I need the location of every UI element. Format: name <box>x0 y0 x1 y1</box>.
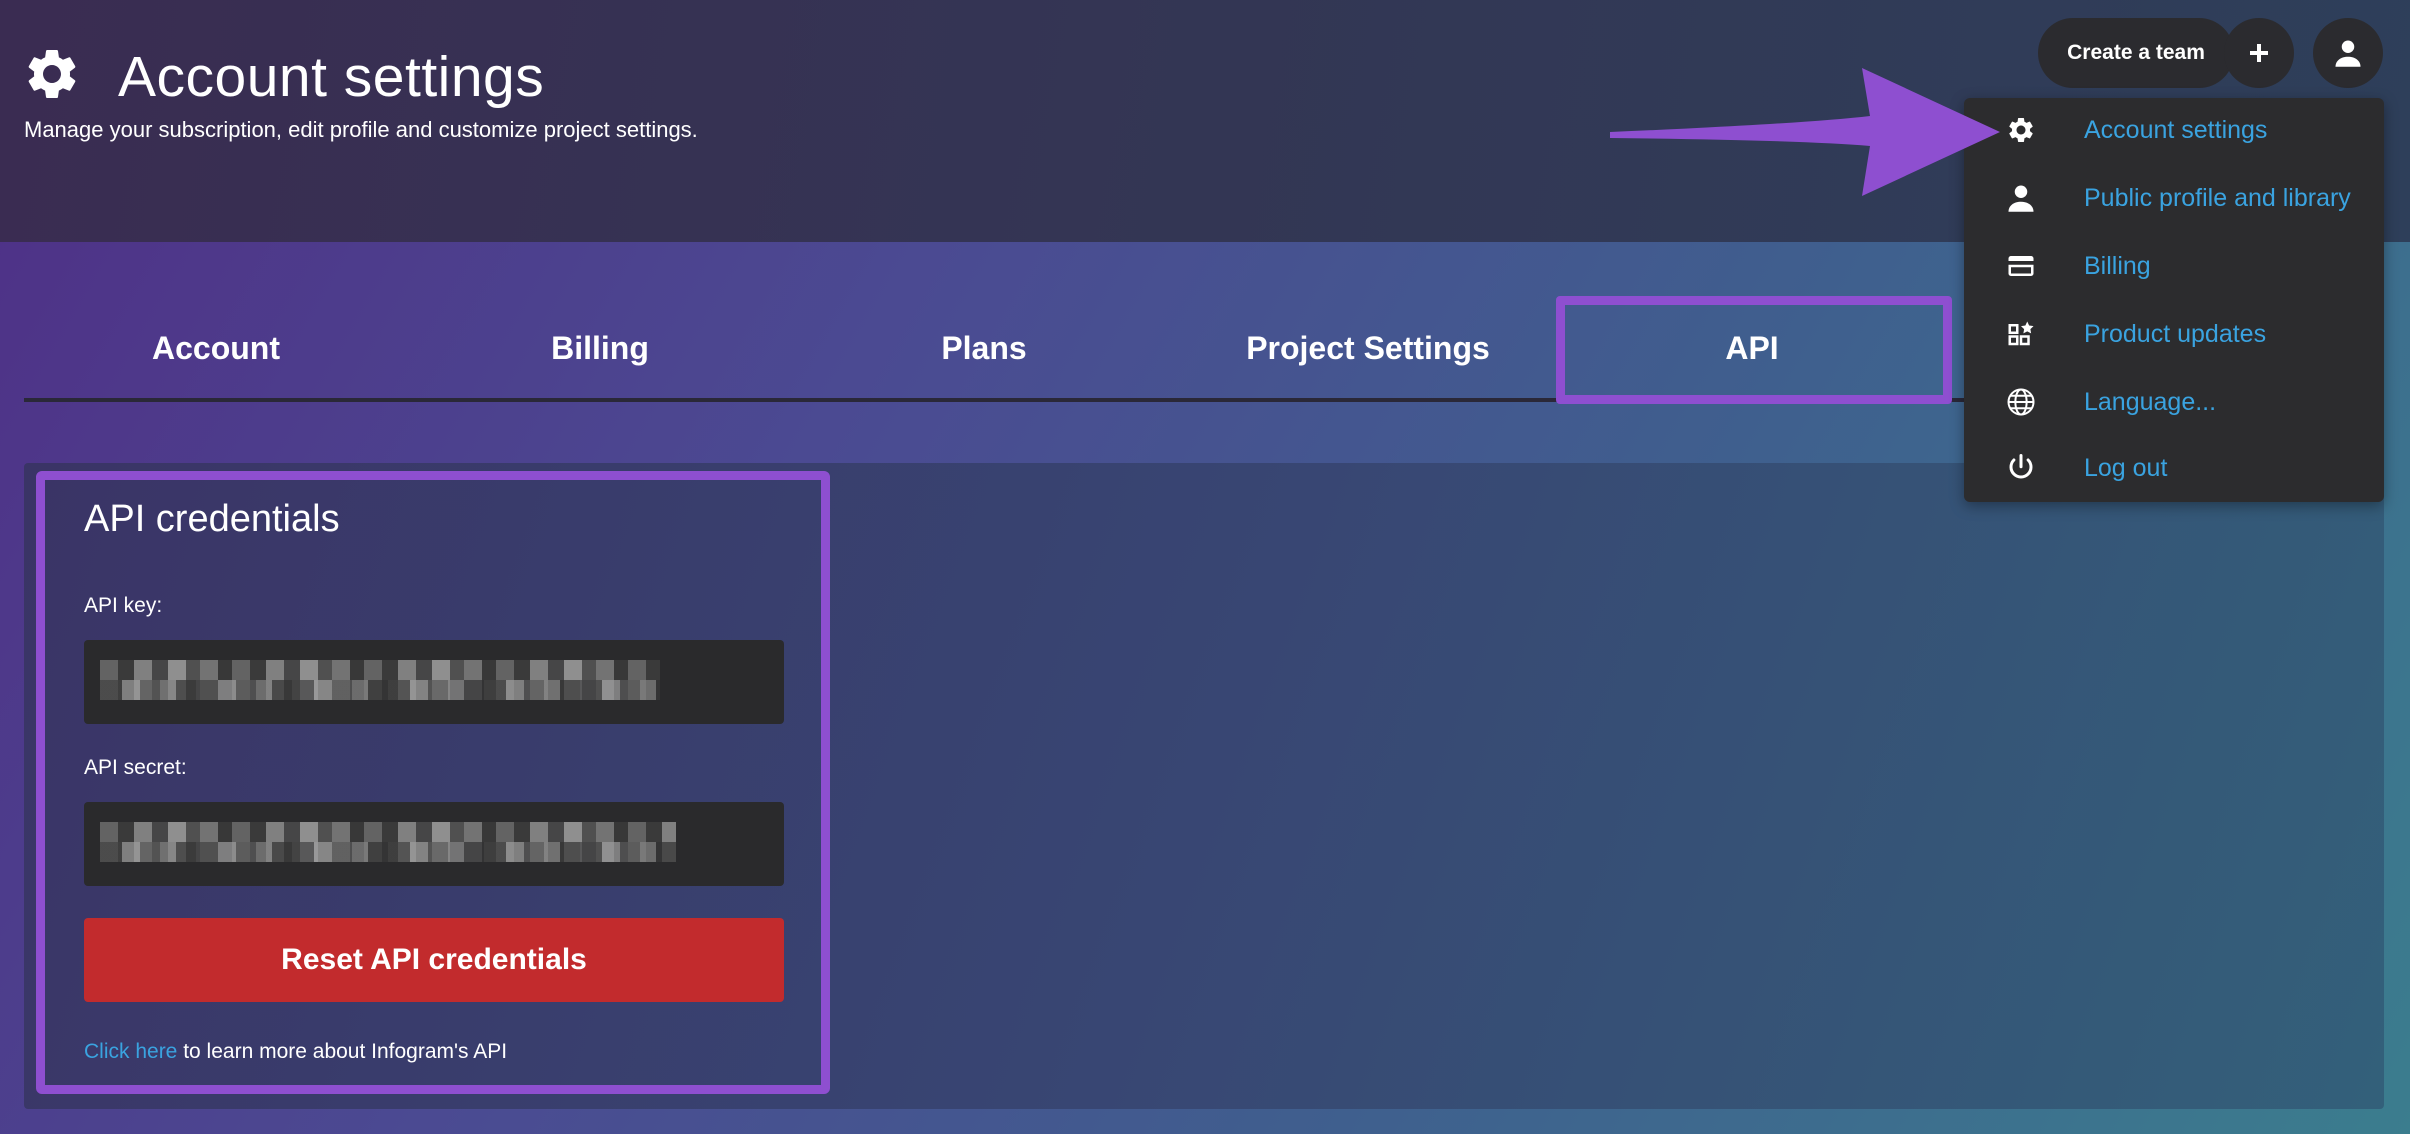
redacted-api-key <box>100 660 660 700</box>
api-key-field[interactable] <box>84 640 784 724</box>
api-tab-highlight <box>1556 296 1952 404</box>
click-here-link[interactable]: Click here <box>84 1040 177 1063</box>
menu-label: Language... <box>2084 387 2217 416</box>
menu-label: Product updates <box>2084 319 2267 348</box>
plus-icon <box>2250 44 2268 62</box>
menu-label: Log out <box>2084 453 2168 482</box>
tab-billing[interactable]: Billing <box>408 296 792 400</box>
power-icon <box>2004 451 2038 485</box>
redacted-api-secret <box>100 822 676 862</box>
menu-label: Public profile and library <box>2084 183 2351 212</box>
page-title: Account settings <box>118 45 545 109</box>
page-subtitle: Manage your subscription, edit profile a… <box>24 117 698 142</box>
create-team-button[interactable]: Create a team <box>2038 18 2234 88</box>
tab-account[interactable]: Account <box>24 296 408 400</box>
tab-plans[interactable]: Plans <box>792 296 1176 400</box>
menu-label: Billing <box>2084 251 2151 280</box>
user-icon <box>2335 40 2361 67</box>
api-key-label: API key: <box>84 594 163 617</box>
api-credentials-heading: API credentials <box>84 498 340 540</box>
product-updates-icon <box>2004 317 2038 351</box>
menu-item-product-updates[interactable]: Product updates <box>1964 300 2384 368</box>
reset-api-credentials-button[interactable]: Reset API credentials <box>84 918 784 1002</box>
menu-item-billing[interactable]: Billing <box>1964 232 2384 300</box>
learn-more-text: Click here to learn more about Infogram'… <box>84 1040 507 1064</box>
annotation-arrow <box>1610 68 2000 196</box>
api-secret-field[interactable] <box>84 802 784 886</box>
tab-project-settings[interactable]: Project Settings <box>1176 296 1560 400</box>
api-secret-label: API secret: <box>84 756 187 779</box>
menu-item-public-profile[interactable]: Public profile and library <box>1964 164 2384 232</box>
user-dropdown-menu: Account settings Public profile and libr… <box>1964 98 2384 502</box>
credit-card-icon <box>2004 249 2038 283</box>
menu-item-account-settings[interactable]: Account settings <box>1964 96 2384 164</box>
learn-more-suffix: to learn more about Infogram's API <box>177 1040 508 1063</box>
add-button[interactable] <box>2224 18 2294 88</box>
globe-icon <box>2004 385 2038 419</box>
menu-label: Account settings <box>2084 115 2268 144</box>
gear-icon <box>28 49 76 98</box>
user-menu-button[interactable] <box>2313 18 2383 88</box>
menu-item-language[interactable]: Language... <box>1964 368 2384 436</box>
menu-item-log-out[interactable]: Log out <box>1964 434 2384 502</box>
